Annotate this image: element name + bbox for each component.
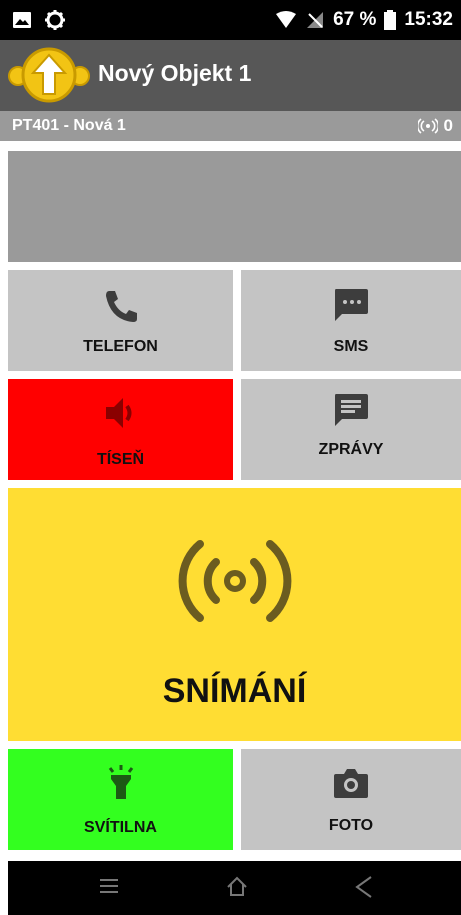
info-panel [8, 151, 461, 262]
telefon-button[interactable]: TELEFON [8, 270, 233, 371]
tisen-button[interactable]: TÍSEŇ [8, 379, 233, 480]
battery-percent: 67 % [333, 9, 377, 30]
sms-label: SMS [333, 338, 369, 355]
svitilna-label: SVÍTILNA [84, 819, 157, 836]
zpravy-label: ZPRÁVY [318, 441, 384, 458]
snimani-button[interactable]: SNÍMÁNÍ [8, 488, 461, 741]
app-bar: Nový Objekt 1 [0, 40, 461, 111]
home-icon[interactable] [225, 875, 249, 899]
settings-icon [45, 10, 65, 30]
battery-icon [384, 10, 397, 30]
svitilna-button[interactable]: SVÍTILNA [8, 749, 233, 850]
wifi-icon [276, 11, 297, 28]
menu-icon[interactable] [98, 875, 120, 897]
page-title: Nový Objekt 1 [98, 60, 252, 86]
sms-button[interactable]: SMS [241, 270, 461, 371]
broadcast-icon [178, 540, 291, 622]
message-icon [335, 394, 368, 426]
foto-button[interactable]: FOTO [241, 749, 461, 850]
camera-icon [334, 769, 368, 798]
snimani-label: SNÍMÁNÍ [162, 672, 307, 710]
zpravy-button[interactable]: ZPRÁVY [241, 379, 461, 480]
phone-icon [105, 291, 137, 322]
sms-icon [335, 289, 368, 321]
signal-icon [307, 12, 324, 28]
app-logo-icon[interactable] [8, 46, 90, 104]
broadcast-icon [417, 118, 438, 134]
device-bar: PT401 - Nová 1 0 [0, 111, 461, 141]
telefon-label: TELEFON [83, 338, 158, 355]
clock: 15:32 [404, 9, 453, 30]
flashlight-icon [108, 765, 133, 799]
foto-label: FOTO [328, 817, 374, 834]
status-bar: 67 % 15:32 [0, 0, 461, 40]
device-name: PT401 - Nová 1 [12, 117, 126, 134]
system-nav-bar [8, 861, 461, 915]
signal-count: 0 [443, 116, 453, 135]
tisen-label: TÍSEŇ [96, 451, 145, 468]
image-icon [13, 12, 31, 28]
speaker-icon [105, 398, 131, 428]
back-icon[interactable] [353, 875, 375, 899]
